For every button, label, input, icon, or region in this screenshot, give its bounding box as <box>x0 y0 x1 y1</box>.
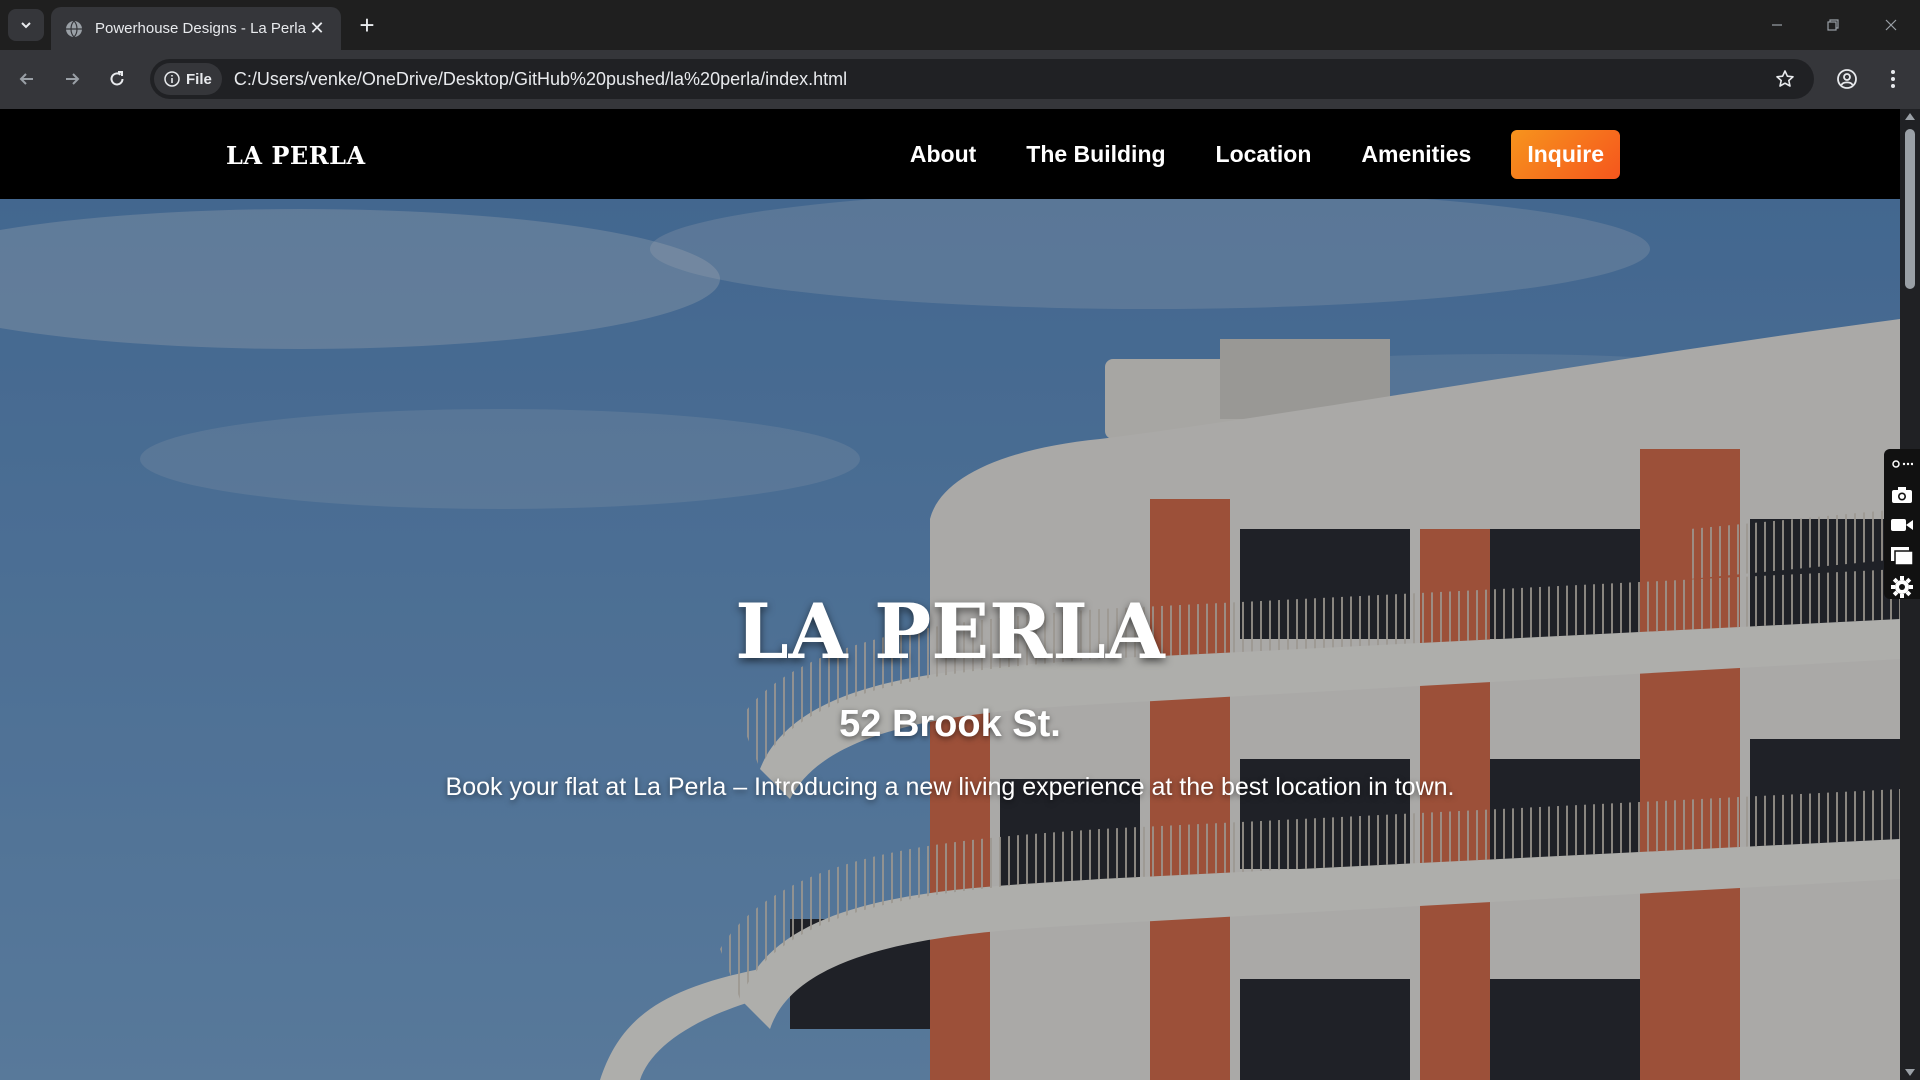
address-bar[interactable]: File C:/Users/venke/OneDrive/Desktop/Git… <box>150 59 1814 99</box>
chevron-down-icon <box>21 22 31 29</box>
info-icon <box>164 71 180 87</box>
profile-icon[interactable] <box>1832 64 1862 94</box>
nav-link-about[interactable]: About <box>910 141 976 168</box>
menu-dots-icon[interactable] <box>1878 64 1908 94</box>
nav-link-the-building[interactable]: The Building <box>1026 141 1165 168</box>
new-tab-button[interactable]: + <box>354 12 380 38</box>
scroll-thumb[interactable] <box>1905 129 1915 289</box>
site-info-chip[interactable]: File <box>154 63 222 95</box>
nav-links: About The Building Location Amenities In… <box>910 130 1620 179</box>
reload-icon[interactable] <box>102 64 132 94</box>
globe-icon <box>66 20 82 37</box>
pin-icon[interactable] <box>1888 453 1916 476</box>
hero-title: LA PERLA <box>735 587 1165 676</box>
video-icon[interactable] <box>1888 514 1916 537</box>
tab-title: Powerhouse Designs - La Perla <box>95 20 306 37</box>
tab-strip: Powerhouse Designs - La Perla ✕ + <box>0 0 1920 50</box>
site-logo[interactable]: LA PERLA <box>226 141 366 170</box>
scroll-down-arrow-icon[interactable] <box>1905 1069 1915 1076</box>
site-navbar: LA PERLA About The Building Location Ame… <box>0 109 1900 199</box>
browser-tab[interactable]: Powerhouse Designs - La Perla ✕ <box>51 7 341 50</box>
back-arrow-icon[interactable] <box>12 64 42 94</box>
nav-link-amenities[interactable]: Amenities <box>1361 141 1471 168</box>
tab-search-button[interactable] <box>8 9 44 41</box>
minimize-icon[interactable] <box>1762 10 1792 40</box>
scroll-up-arrow-icon[interactable] <box>1905 113 1915 120</box>
forward-arrow-icon[interactable] <box>57 64 87 94</box>
inquire-button[interactable]: Inquire <box>1511 130 1620 179</box>
url-text[interactable]: C:/Users/venke/OneDrive/Desktop/GitHub%2… <box>234 69 1770 90</box>
nav-link-location[interactable]: Location <box>1216 141 1312 168</box>
camera-icon[interactable] <box>1888 484 1916 507</box>
browser-toolbar: File C:/Users/venke/OneDrive/Desktop/Git… <box>0 50 1920 109</box>
extension-side-panel <box>1884 449 1920 599</box>
windows-icon[interactable] <box>1888 545 1916 568</box>
page-viewport: LA PERLA 52 Brook St. Book your flat at … <box>0 109 1920 1080</box>
tab-close-icon[interactable]: ✕ <box>307 18 327 39</box>
close-window-icon[interactable] <box>1876 10 1906 40</box>
settings-gear-icon[interactable] <box>1888 575 1916 599</box>
hero-description: Book your flat at La Perla – Introducing… <box>445 773 1455 801</box>
star-icon[interactable] <box>1770 64 1800 94</box>
chip-label: File <box>186 70 212 88</box>
hero-section: LA PERLA 52 Brook St. Book your flat at … <box>0 199 1900 1080</box>
hero-subtitle: 52 Brook St. <box>839 703 1061 745</box>
restore-icon[interactable] <box>1818 10 1848 40</box>
